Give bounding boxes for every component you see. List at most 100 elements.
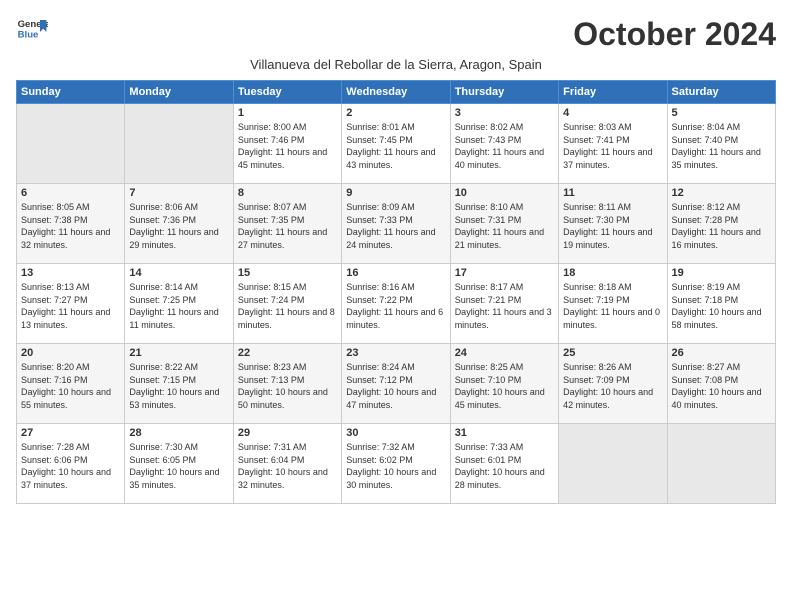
calendar-cell: 4 Sunrise: 8:03 AMSunset: 7:41 PMDaylight… — [559, 104, 667, 184]
calendar-cell: 22 Sunrise: 8:23 AMSunset: 7:13 PMDayligh… — [233, 344, 341, 424]
calendar-cell: 19 Sunrise: 8:19 AMSunset: 7:18 PMDayligh… — [667, 264, 775, 344]
day-info: Sunrise: 8:07 AMSunset: 7:35 PMDaylight:… — [238, 201, 337, 251]
day-info: Sunrise: 8:24 AMSunset: 7:12 PMDaylight:… — [346, 361, 445, 411]
day-number: 13 — [21, 267, 120, 279]
calendar-cell: 18Sunrise: 8:18 AMSunset: 7:19 PMDayligh… — [559, 264, 667, 344]
day-header-monday: Monday — [125, 81, 233, 104]
calendar-cell — [559, 424, 667, 504]
day-number: 10 — [455, 187, 554, 199]
day-number: 11 — [563, 187, 662, 199]
day-header-sunday: Sunday — [17, 81, 125, 104]
day-info: Sunrise: 7:31 AMSunset: 6:04 PMDaylight:… — [238, 441, 337, 491]
calendar-cell: 23 Sunrise: 8:24 AMSunset: 7:12 PMDayligh… — [342, 344, 450, 424]
calendar-cell — [125, 104, 233, 184]
day-info: Sunrise: 7:33 AMSunset: 6:01 PMDaylight:… — [455, 441, 554, 491]
calendar-cell: 7 Sunrise: 8:06 AMSunset: 7:36 PMDaylight… — [125, 184, 233, 264]
day-number: 27 — [21, 427, 120, 439]
calendar-cell: 2 Sunrise: 8:01 AMSunset: 7:45 PMDaylight… — [342, 104, 450, 184]
day-number: 25 — [563, 347, 662, 359]
calendar-table: SundayMondayTuesdayWednesdayThursdayFrid… — [16, 80, 776, 504]
day-info: Sunrise: 8:26 AMSunset: 7:09 PMDaylight:… — [563, 361, 662, 411]
day-number: 19 — [672, 267, 771, 279]
day-number: 5 — [672, 107, 771, 119]
day-header-thursday: Thursday — [450, 81, 558, 104]
subtitle: Villanueva del Rebollar de la Sierra, Ar… — [16, 57, 776, 72]
day-info: Sunrise: 7:28 AMSunset: 6:06 PMDaylight:… — [21, 441, 120, 491]
day-info: Sunrise: 7:32 AMSunset: 6:02 PMDaylight:… — [346, 441, 445, 491]
day-info: Sunrise: 8:25 AMSunset: 7:10 PMDaylight:… — [455, 361, 554, 411]
month-title: October 2024 — [573, 16, 776, 53]
day-number: 20 — [21, 347, 120, 359]
day-number: 12 — [672, 187, 771, 199]
logo-icon: General Blue — [16, 16, 48, 44]
day-info: Sunrise: 8:22 AMSunset: 7:15 PMDaylight:… — [129, 361, 228, 411]
svg-text:Blue: Blue — [18, 30, 39, 41]
day-number: 29 — [238, 427, 337, 439]
day-info: Sunrise: 8:06 AMSunset: 7:36 PMDaylight:… — [129, 201, 228, 251]
day-info: Sunrise: 8:17 AMSunset: 7:21 PMDaylight:… — [455, 281, 554, 331]
day-info: Sunrise: 8:15 AMSunset: 7:24 PMDaylight:… — [238, 281, 337, 331]
calendar-cell: 14 Sunrise: 8:14 AMSunset: 7:25 PMDayligh… — [125, 264, 233, 344]
calendar-cell: 16 Sunrise: 8:16 AMSunset: 7:22 PMDayligh… — [342, 264, 450, 344]
day-number: 15 — [238, 267, 337, 279]
calendar-cell: 9Sunrise: 8:09 AMSunset: 7:33 PMDaylight… — [342, 184, 450, 264]
calendar-cell: 13 Sunrise: 8:13 AMSunset: 7:27 PMDayligh… — [17, 264, 125, 344]
day-number: 21 — [129, 347, 228, 359]
day-number: 4 — [563, 107, 662, 119]
calendar-cell: 8 Sunrise: 8:07 AMSunset: 7:35 PMDaylight… — [233, 184, 341, 264]
calendar-cell: 3 Sunrise: 8:02 AMSunset: 7:43 PMDaylight… — [450, 104, 558, 184]
day-info: Sunrise: 8:01 AMSunset: 7:45 PMDaylight:… — [346, 121, 445, 171]
calendar-cell: 25 Sunrise: 8:26 AMSunset: 7:09 PMDayligh… — [559, 344, 667, 424]
calendar-cell: 21 Sunrise: 8:22 AMSunset: 7:15 PMDayligh… — [125, 344, 233, 424]
day-info: Sunrise: 8:03 AMSunset: 7:41 PMDaylight:… — [563, 121, 662, 171]
calendar-cell: 5 Sunrise: 8:04 AMSunset: 7:40 PMDaylight… — [667, 104, 775, 184]
day-info: Sunrise: 8:23 AMSunset: 7:13 PMDaylight:… — [238, 361, 337, 411]
day-number: 31 — [455, 427, 554, 439]
day-info: Sunrise: 8:19 AMSunset: 7:18 PMDaylight:… — [672, 281, 771, 331]
day-info: Sunrise: 8:13 AMSunset: 7:27 PMDaylight:… — [21, 281, 120, 331]
day-info: Sunrise: 8:27 AMSunset: 7:08 PMDaylight:… — [672, 361, 771, 411]
day-header-wednesday: Wednesday — [342, 81, 450, 104]
calendar-cell: 28 Sunrise: 7:30 AMSunset: 6:05 PMDayligh… — [125, 424, 233, 504]
day-info: Sunrise: 8:02 AMSunset: 7:43 PMDaylight:… — [455, 121, 554, 171]
day-number: 17 — [455, 267, 554, 279]
day-info: Sunrise: 8:04 AMSunset: 7:40 PMDaylight:… — [672, 121, 771, 171]
day-info: Sunrise: 8:12 AMSunset: 7:28 PMDaylight:… — [672, 201, 771, 251]
calendar-cell: 17 Sunrise: 8:17 AMSunset: 7:21 PMDayligh… — [450, 264, 558, 344]
day-number: 6 — [21, 187, 120, 199]
calendar-cell: 1Sunrise: 8:00 AMSunset: 7:46 PMDaylight… — [233, 104, 341, 184]
day-number: 7 — [129, 187, 228, 199]
day-number: 28 — [129, 427, 228, 439]
day-header-tuesday: Tuesday — [233, 81, 341, 104]
day-info: Sunrise: 8:10 AMSunset: 7:31 PMDaylight:… — [455, 201, 554, 251]
day-number: 14 — [129, 267, 228, 279]
day-header-saturday: Saturday — [667, 81, 775, 104]
calendar-cell: 31 Sunrise: 7:33 AMSunset: 6:01 PMDayligh… — [450, 424, 558, 504]
day-info: Sunrise: 8:14 AMSunset: 7:25 PMDaylight:… — [129, 281, 228, 331]
day-number: 2 — [346, 107, 445, 119]
day-number: 8 — [238, 187, 337, 199]
calendar-cell: 10 Sunrise: 8:10 AMSunset: 7:31 PMDayligh… — [450, 184, 558, 264]
day-info: Sunrise: 7:30 AMSunset: 6:05 PMDaylight:… — [129, 441, 228, 491]
calendar-cell: 6 Sunrise: 8:05 AMSunset: 7:38 PMDaylight… — [17, 184, 125, 264]
day-number: 23 — [346, 347, 445, 359]
day-number: 22 — [238, 347, 337, 359]
day-number: 16 — [346, 267, 445, 279]
calendar-cell — [667, 424, 775, 504]
calendar-cell: 24 Sunrise: 8:25 AMSunset: 7:10 PMDayligh… — [450, 344, 558, 424]
day-number: 26 — [672, 347, 771, 359]
day-number: 1 — [238, 107, 337, 119]
calendar-cell: 30Sunrise: 7:32 AMSunset: 6:02 PMDayligh… — [342, 424, 450, 504]
day-info: Sunrise: 8:05 AMSunset: 7:38 PMDaylight:… — [21, 201, 120, 251]
day-info: Sunrise: 8:16 AMSunset: 7:22 PMDaylight:… — [346, 281, 445, 331]
day-number: 24 — [455, 347, 554, 359]
calendar-cell: 26 Sunrise: 8:27 AMSunset: 7:08 PMDayligh… — [667, 344, 775, 424]
day-info: Sunrise: 8:18 AMSunset: 7:19 PMDaylight:… — [563, 281, 662, 331]
day-number: 9 — [346, 187, 445, 199]
calendar-cell: 11Sunrise: 8:11 AMSunset: 7:30 PMDayligh… — [559, 184, 667, 264]
day-number: 3 — [455, 107, 554, 119]
calendar-cell: 12 Sunrise: 8:12 AMSunset: 7:28 PMDayligh… — [667, 184, 775, 264]
calendar-cell: 15 Sunrise: 8:15 AMSunset: 7:24 PMDayligh… — [233, 264, 341, 344]
calendar-cell: 20Sunrise: 8:20 AMSunset: 7:16 PMDayligh… — [17, 344, 125, 424]
day-header-friday: Friday — [559, 81, 667, 104]
